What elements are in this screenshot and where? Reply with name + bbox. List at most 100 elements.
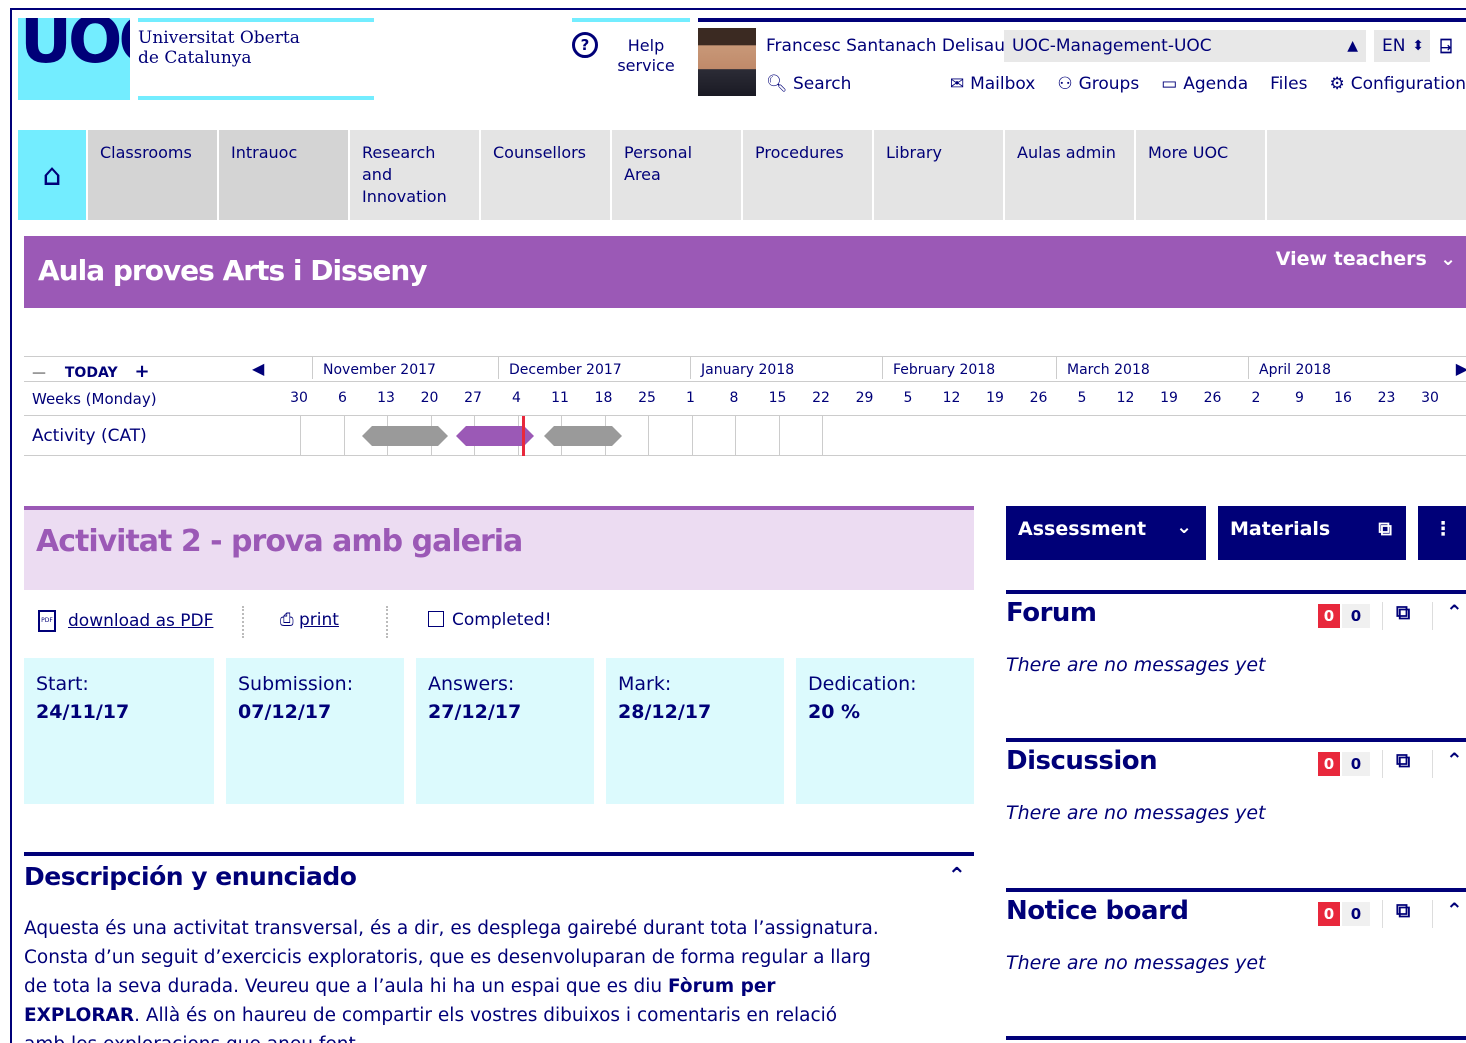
chevron-up-icon[interactable]: ⌃ bbox=[1446, 600, 1463, 624]
printer-icon: ⎙ bbox=[280, 610, 294, 630]
weeks-label: Weeks (Monday) bbox=[32, 390, 157, 408]
panel-title[interactable]: Notice board bbox=[1006, 896, 1189, 926]
timeline-week: 4 bbox=[512, 390, 521, 406]
zoom-in-button[interactable]: + bbox=[134, 361, 149, 382]
timeline-next-icon[interactable]: ▶ bbox=[1456, 359, 1466, 378]
timeline-prev-icon[interactable]: ◀ bbox=[252, 359, 264, 378]
timeline-cell-line bbox=[778, 416, 780, 456]
view-teachers-button[interactable]: View teachers ⌄ bbox=[1276, 248, 1456, 270]
university-name-line2: de Catalunya bbox=[138, 48, 252, 68]
help-label-line1: Help bbox=[627, 36, 665, 55]
nav-item-label: Aulas admin bbox=[1017, 143, 1116, 162]
nav-item-personal-area[interactable]: Personal Area bbox=[612, 130, 741, 220]
chevron-up-icon[interactable]: ⌃ bbox=[1446, 898, 1463, 922]
timeline-week: 23 bbox=[1377, 390, 1396, 406]
external-link-icon[interactable]: ⧉ bbox=[1396, 898, 1410, 922]
chevron-up-icon[interactable]: ⌃ bbox=[948, 864, 966, 889]
chevron-up-icon[interactable]: ⌃ bbox=[1446, 748, 1463, 772]
agenda-label: Agenda bbox=[1183, 74, 1249, 94]
completed-checkbox[interactable]: Completed! bbox=[428, 610, 552, 630]
nav-item-counsellors[interactable]: Counsellors bbox=[481, 130, 610, 220]
mailbox-link[interactable]: ✉ Mailbox bbox=[950, 74, 1036, 94]
agenda-link[interactable]: ▭ Agenda bbox=[1161, 74, 1248, 94]
help-service-link[interactable]: ? Help service bbox=[572, 18, 690, 75]
search-link[interactable]: 🔍︎ Search bbox=[766, 74, 851, 94]
timeline-months-row: — TODAY + ◀ November 2017 December 2017 Ja… bbox=[24, 356, 1466, 382]
total-badge: 0 bbox=[1342, 604, 1370, 628]
language-select-value: EN bbox=[1382, 36, 1406, 56]
activity-bar-1[interactable] bbox=[362, 426, 448, 446]
today-marker bbox=[522, 416, 525, 456]
today-button[interactable]: TODAY bbox=[65, 365, 118, 381]
help-label-line2: service bbox=[617, 56, 675, 75]
main-nav: ⌂ Classrooms Intrauoc Research and Innova… bbox=[18, 130, 1466, 220]
search-label: Search bbox=[793, 74, 852, 94]
timeline-week: 11 bbox=[551, 390, 569, 406]
nav-item-research[interactable]: Research and Innovation bbox=[350, 130, 479, 220]
divider bbox=[1382, 750, 1383, 778]
timeline-cell-line bbox=[343, 416, 345, 456]
forum-panel: Forum 0 0 ⧉ ⌃ There are no messages yet bbox=[1006, 590, 1466, 738]
zoom-out-button[interactable]: — bbox=[32, 365, 46, 381]
avatar[interactable] bbox=[698, 28, 756, 96]
unread-badge: 0 bbox=[1318, 902, 1340, 926]
print-link[interactable]: ⎙ print bbox=[280, 610, 339, 630]
chevron-down-icon: ⌄ bbox=[1433, 248, 1456, 270]
timeline-activity-row: Activity (CAT) bbox=[24, 416, 1466, 456]
timeline-weeks-row: Weeks (Monday) 30 6 13 20 27 4 11 18 25 1 8 15 22 29 5… bbox=[24, 382, 1466, 416]
nav-item-more-uoc[interactable]: More UOC bbox=[1136, 130, 1265, 220]
more-options-button[interactable]: ⋮ bbox=[1418, 506, 1466, 560]
logout-icon[interactable]: ⍈ bbox=[1440, 34, 1452, 58]
external-link-icon[interactable]: ⧉ bbox=[1396, 748, 1410, 772]
timeline-cell-line bbox=[691, 416, 693, 456]
materials-button[interactable]: Materials ⧉ bbox=[1218, 506, 1406, 560]
timeline-week: 5 bbox=[903, 390, 913, 406]
language-select[interactable]: EN ⬍ bbox=[1374, 30, 1430, 62]
nav-item-aulas-admin[interactable]: Aulas admin bbox=[1005, 130, 1134, 220]
groups-link[interactable]: ⚇ Groups bbox=[1057, 74, 1139, 94]
activity-bar-3[interactable] bbox=[544, 426, 622, 446]
description-text-2: . Allà és on haureu de compartir els vos… bbox=[24, 1005, 838, 1043]
select-arrows-icon: ▲ bbox=[1347, 38, 1358, 54]
campus-select[interactable]: UOC-Management-UOC ▲ bbox=[1004, 30, 1366, 62]
timeline-week: 5 bbox=[1077, 390, 1087, 406]
files-link[interactable]: Files bbox=[1270, 74, 1307, 94]
nav-item-classrooms[interactable]: Classrooms bbox=[88, 130, 217, 220]
mailbox-label: Mailbox bbox=[970, 74, 1036, 94]
home-icon: ⌂ bbox=[42, 157, 62, 193]
card-value: 24/11/17 bbox=[36, 701, 130, 723]
notice-board-panel: Notice board 0 0 ⧉ ⌃ There are no messag… bbox=[1006, 888, 1466, 1036]
nav-item-label: Procedures bbox=[755, 143, 844, 162]
nav-item-procedures[interactable]: Procedures bbox=[743, 130, 872, 220]
timeline-month: March 2018 bbox=[1056, 357, 1150, 379]
timeline-week: 6 bbox=[338, 390, 347, 406]
university-name-line1: Universitat Oberta bbox=[138, 28, 300, 48]
divider bbox=[1432, 900, 1433, 928]
nav-item-intrauoc[interactable]: Intrauoc bbox=[219, 130, 348, 220]
activity-toolbar: PDF download as PDF ⎙ print Completed! bbox=[24, 606, 974, 646]
timeline-week: 19 bbox=[1160, 390, 1178, 406]
nav-item-label: Personal Area bbox=[624, 143, 693, 184]
download-pdf-link[interactable]: PDF download as PDF bbox=[38, 610, 213, 632]
uoc-logo[interactable]: UOC bbox=[18, 18, 130, 100]
configuration-link[interactable]: ⚙ Configuration bbox=[1329, 74, 1466, 94]
card-value: 20 % bbox=[808, 701, 861, 723]
card-label: Submission: bbox=[238, 673, 354, 695]
select-arrows-icon: ⬍ bbox=[1412, 38, 1424, 54]
campus-select-value: UOC-Management-UOC bbox=[1012, 36, 1212, 56]
nav-item-library[interactable]: Library bbox=[874, 130, 1003, 220]
timeline-week: 19 bbox=[986, 390, 1004, 406]
nav-home[interactable]: ⌂ bbox=[18, 130, 86, 220]
timeline-week: 18 bbox=[594, 390, 613, 406]
timeline-week: 20 bbox=[420, 390, 439, 406]
timeline-week: 30 bbox=[290, 390, 308, 406]
panel-title[interactable]: Discussion bbox=[1006, 746, 1158, 776]
assessment-button[interactable]: Assessment ⌄ bbox=[1006, 506, 1206, 560]
external-link-icon[interactable]: ⧉ bbox=[1396, 600, 1410, 624]
panel-title[interactable]: Forum bbox=[1006, 598, 1097, 628]
user-name[interactable]: Francesc Santanach Delisau bbox=[766, 36, 1005, 56]
page-frame: UOC Universitat Oberta de Catalunya ? He… bbox=[10, 8, 1466, 1043]
description-title: Descripción y enunciado bbox=[24, 862, 357, 891]
description-body: Aquesta és una activitat transversal, és… bbox=[24, 914, 884, 1043]
divider bbox=[242, 606, 244, 638]
